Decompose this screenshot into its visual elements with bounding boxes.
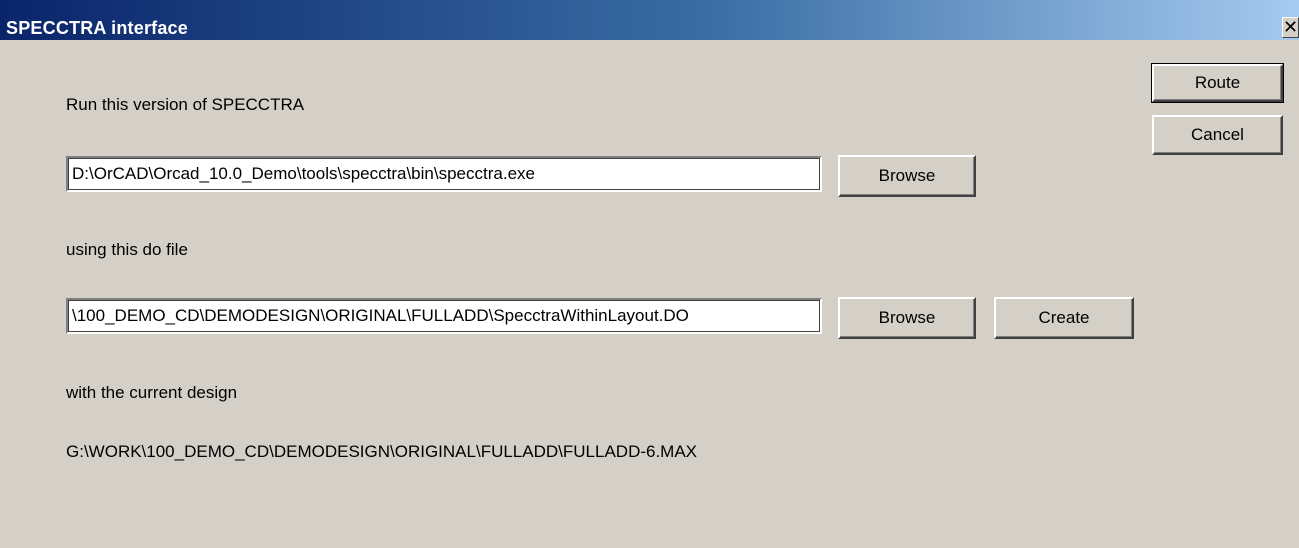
window-title: SPECCTRA interface bbox=[6, 18, 188, 38]
title-bar[interactable]: SPECCTRA interface ✕ bbox=[0, 0, 1299, 40]
dofile-path-input[interactable]: \100_DEMO_CD\DEMODESIGN\ORIGINAL\FULLADD… bbox=[66, 298, 822, 334]
browse-dofile-button[interactable]: Browse bbox=[838, 297, 976, 339]
version-label: Run this version of SPECCTRA bbox=[66, 95, 305, 114]
close-icon: ✕ bbox=[1283, 17, 1299, 37]
create-dofile-button[interactable]: Create bbox=[994, 297, 1134, 339]
specctra-path-input[interactable]: D:\OrCAD\Orcad_10.0_Demo\tools\specctra\… bbox=[66, 156, 822, 192]
browse-specctra-button[interactable]: Browse bbox=[838, 155, 976, 197]
design-path: G:\WORK\100_DEMO_CD\DEMODESIGN\ORIGINAL\… bbox=[66, 442, 698, 461]
route-button[interactable]: Route bbox=[1151, 63, 1284, 103]
browse-dofile-label: Browse bbox=[878, 308, 936, 327]
browse-specctra-label: Browse bbox=[878, 166, 936, 185]
create-dofile-label: Create bbox=[1038, 308, 1090, 327]
close-button[interactable]: ✕ bbox=[1282, 17, 1299, 38]
route-button-label: Route bbox=[1194, 73, 1241, 92]
design-label: with the current design bbox=[66, 383, 238, 402]
dofile-label: using this do file bbox=[66, 240, 188, 259]
cancel-button[interactable]: Cancel bbox=[1152, 115, 1283, 155]
specctra-dialog: SPECCTRA interface ✕ Run this version of… bbox=[0, 0, 1299, 548]
cancel-button-label: Cancel bbox=[1191, 125, 1244, 144]
